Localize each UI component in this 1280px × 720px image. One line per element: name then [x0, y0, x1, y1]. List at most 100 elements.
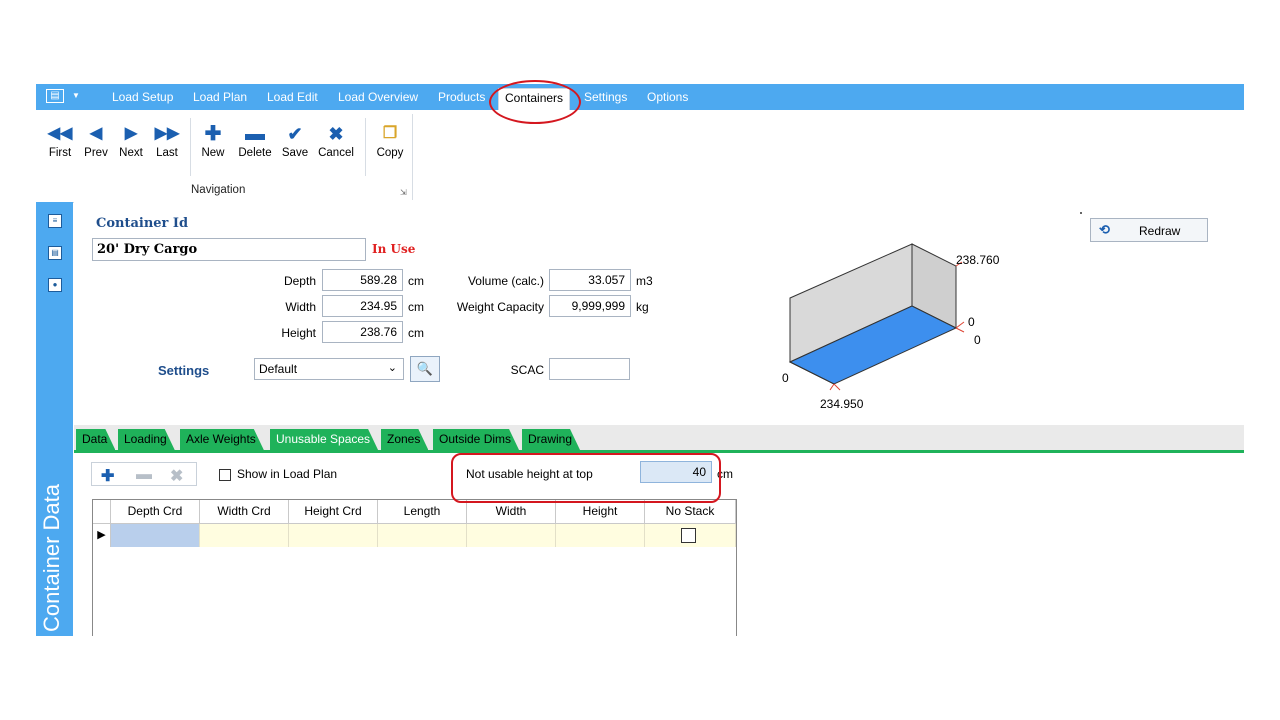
x-icon: ✖	[328, 124, 344, 144]
ribbon-separator	[365, 118, 366, 176]
container-id-label: Container Id	[96, 216, 189, 231]
dialog-launcher-icon[interactable]: ⇲	[400, 188, 407, 197]
redraw-icon: ⟲	[1099, 222, 1110, 237]
column-header-height[interactable]: Height	[556, 500, 645, 524]
depth-input[interactable]: 589.28	[322, 269, 403, 291]
menu-load-plan[interactable]: Load Plan	[193, 90, 247, 104]
cell-height-crd[interactable]	[289, 524, 378, 547]
tree-icon[interactable]: ≡	[48, 214, 62, 228]
prev-label: Prev	[84, 147, 108, 159]
copy-button[interactable]: ❐ Copy	[372, 124, 408, 159]
cell-width[interactable]	[467, 524, 556, 547]
delete-button[interactable]: ▬ Delete	[237, 124, 273, 159]
column-header-depth-crd[interactable]: Depth Crd	[111, 500, 200, 524]
navigation-group-label: Navigation	[191, 184, 246, 196]
height-unit: cm	[408, 326, 424, 340]
tab-loading[interactable]: Loading	[118, 429, 175, 450]
first-label: First	[48, 147, 72, 159]
panel-icon[interactable]: ▤	[46, 89, 64, 103]
chevron-down-icon[interactable]: ▼	[72, 91, 80, 100]
menu-settings[interactable]: Settings	[584, 90, 627, 104]
depth-label: Depth	[283, 274, 316, 288]
drawing-height-label: 238.760	[956, 253, 1000, 267]
unusable-spaces-grid: Depth Crd Width Crd Height Crd Length Wi…	[92, 499, 737, 636]
depth-unit: cm	[408, 274, 424, 288]
row-pointer-icon[interactable]: ▶	[93, 524, 111, 547]
tab-bar: Data Loading Axle Weights Unusable Space…	[74, 425, 1244, 453]
row-header-corner	[93, 500, 111, 524]
last-button[interactable]: ▶▶ Last	[149, 124, 185, 159]
width-unit: cm	[408, 300, 424, 314]
menu-load-overview[interactable]: Load Overview	[338, 90, 418, 104]
prev-icon: ◀	[89, 125, 103, 142]
settings-lookup-button[interactable]: 🔍	[410, 356, 440, 382]
ribbon-separator	[190, 118, 191, 176]
cell-length[interactable]	[378, 524, 467, 547]
width-input[interactable]: 234.95	[322, 295, 403, 317]
next-button[interactable]: ▶ Next	[113, 124, 149, 159]
tab-data[interactable]: Data	[76, 429, 115, 450]
column-header-width[interactable]: Width	[467, 500, 556, 524]
first-icon: ◀◀	[47, 125, 73, 142]
side-panel: ≡ ▤ ● Container Data	[36, 202, 73, 636]
plus-icon: ✚	[204, 123, 222, 145]
chevron-down-icon: ⌄	[387, 362, 397, 374]
cell-width-crd[interactable]	[200, 524, 289, 547]
prev-button[interactable]: ◀ Prev	[78, 124, 114, 159]
cell-height[interactable]	[556, 524, 645, 547]
tab-unusable-spaces[interactable]: Unusable Spaces	[270, 429, 378, 450]
column-header-height-crd[interactable]: Height Crd	[289, 500, 378, 524]
menu-bar: ▤ ▼ Load Setup Load Plan Load Edit Load …	[36, 84, 1244, 110]
menu-options[interactable]: Options	[647, 90, 688, 104]
settings-label: Settings	[158, 363, 210, 378]
weight-capacity-unit: kg	[636, 300, 649, 314]
weight-capacity-label: Weight Capacity	[456, 300, 544, 314]
container-id-input[interactable]: 20' Dry Cargo	[92, 238, 366, 261]
cancel-button[interactable]: ✖ Cancel	[318, 124, 354, 159]
containers-highlight-ellipse	[489, 80, 581, 124]
tab-outside-dims[interactable]: Outside Dims	[433, 429, 519, 450]
ribbon-separator	[412, 114, 413, 200]
settings-select[interactable]: Default ⌄	[254, 358, 404, 380]
remove-row-icon[interactable]: ▬	[136, 466, 152, 484]
menu-products[interactable]: Products	[438, 90, 485, 104]
column-header-width-crd[interactable]: Width Crd	[200, 500, 289, 524]
list-icon[interactable]: ▤	[48, 246, 62, 260]
menu-load-edit[interactable]: Load Edit	[267, 90, 318, 104]
height-input[interactable]: 238.76	[322, 321, 403, 343]
ribbon: ◀◀ First ◀ Prev ▶ Next ▶▶ Last ✚ New ▬ D…	[36, 110, 1244, 203]
save-button[interactable]: ✔ Save	[277, 124, 313, 159]
tab-drawing[interactable]: Drawing	[522, 429, 580, 450]
show-in-load-plan-label: Show in Load Plan	[237, 467, 338, 481]
scac-input[interactable]	[549, 358, 630, 380]
no-stack-checkbox[interactable]	[681, 528, 696, 543]
minus-icon: ▬	[245, 123, 265, 145]
column-header-no-stack[interactable]: No Stack	[645, 500, 736, 524]
cell-no-stack[interactable]	[645, 524, 736, 547]
save-label: Save	[281, 147, 309, 159]
container-form: Container Id 20' Dry Cargo In Use Depth …	[74, 202, 1244, 434]
weight-capacity-input[interactable]: 9,999,999	[549, 295, 631, 317]
next-icon: ▶	[124, 125, 138, 142]
first-button[interactable]: ◀◀ First	[42, 124, 78, 159]
check-icon: ✔	[287, 124, 303, 144]
drawing-width-label: 234.950	[820, 397, 864, 411]
last-icon: ▶▶	[154, 125, 180, 142]
drawing-depth-label-b: 0	[974, 333, 981, 347]
show-in-load-plan-checkbox[interactable]	[219, 469, 231, 481]
tab-axle-weights[interactable]: Axle Weights	[180, 429, 264, 450]
clear-icon[interactable]: ✖	[170, 466, 183, 486]
volume-unit: m3	[636, 274, 653, 288]
app-window: ▤ ▼ Load Setup Load Plan Load Edit Load …	[36, 84, 1244, 636]
cell-depth-crd[interactable]	[111, 524, 200, 547]
column-header-length[interactable]: Length	[378, 500, 467, 524]
tab-zones[interactable]: Zones	[381, 429, 428, 450]
menu-load-setup[interactable]: Load Setup	[112, 90, 173, 104]
redraw-button[interactable]: ⟲ Redraw	[1090, 218, 1208, 242]
drawing-depth-label-a: 0	[968, 315, 975, 329]
new-button[interactable]: ✚ New	[195, 124, 231, 159]
redraw-label: Redraw	[1139, 224, 1181, 238]
drawing-origin-label: 0	[782, 371, 789, 385]
image-icon[interactable]: ●	[48, 278, 62, 292]
add-row-icon[interactable]: ✚	[101, 466, 114, 486]
